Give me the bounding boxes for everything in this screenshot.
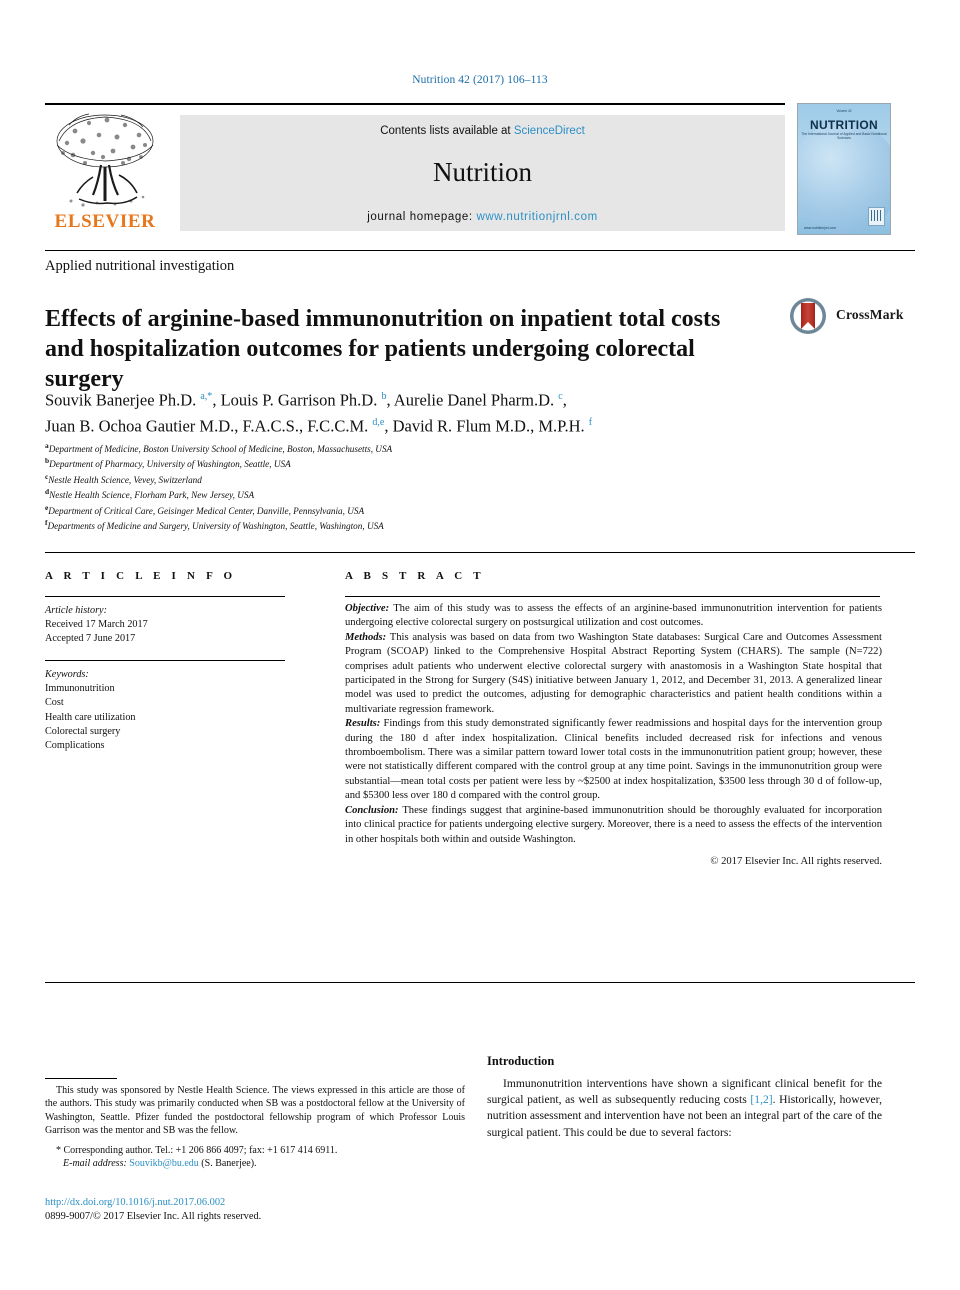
elsevier-tree-icon	[56, 113, 154, 207]
affiliation-text: Department of Medicine, Boston Universit…	[48, 444, 393, 455]
affiliation-list: aDepartment of Medicine, Boston Universi…	[45, 440, 745, 533]
abstract-body: Objective: The aim of this study was to …	[345, 602, 882, 869]
affiliation-text: Department of Pharmacy, University of Wa…	[49, 459, 291, 470]
homepage-link[interactable]: www.nutritionjrnl.com	[477, 211, 598, 223]
abstract-conclusion: Conclusion: These findings suggest that …	[345, 804, 882, 847]
article-history-label: Article history:	[45, 605, 107, 616]
objective-label: Objective:	[345, 603, 390, 614]
results-label: Results:	[345, 718, 381, 730]
doi-block: http://dx.doi.org/10.1016/j.nut.2017.06.…	[45, 1196, 465, 1224]
article-section-kind: Applied nutritional investigation	[45, 258, 235, 274]
abstract-bottom-rule	[45, 982, 915, 983]
email-note: E-mail address: Souvikb@bu.edu (S. Baner…	[45, 1157, 465, 1170]
cover-title: NUTRITION	[809, 118, 879, 132]
email-link[interactable]: Souvikb@bu.edu	[129, 1158, 199, 1169]
author-line-2: Juan B. Ochoa Gautier M.D., F.A.C.S., F.…	[45, 416, 593, 435]
affiliation-a: aDepartment of Medicine, Boston Universi…	[45, 440, 745, 455]
section-top-rule	[45, 250, 915, 251]
abstract-methods: Methods: This analysis was based on data…	[345, 631, 882, 717]
affiliation-c: cNestle Health Science, Vevey, Switzerla…	[45, 471, 745, 486]
author-list: Souvik Banerjee Ph.D. a,*, Louis P. Garr…	[45, 386, 785, 437]
elsevier-wordmark: ELSEVIER	[54, 211, 156, 232]
email-suffix: (S. Banerjee).	[198, 1158, 257, 1170]
accepted-date: Accepted 7 June 2017	[45, 633, 136, 644]
footnote-block: This study was sponsored by Nestle Healt…	[45, 1084, 465, 1170]
homepage-line: journal homepage: www.nutritionjrnl.com	[180, 211, 785, 223]
contents-prefix: Contents lists available at	[380, 125, 514, 137]
keywords-rule	[45, 660, 285, 661]
affiliation-e: eDepartment of Critical Care, Geisinger …	[45, 502, 745, 517]
introduction-body: Immunonutrition interventions have shown…	[487, 1076, 882, 1141]
email-label: E-mail address:	[63, 1158, 127, 1170]
abstract-copyright: © 2017 Elsevier Inc. All rights reserved…	[710, 855, 882, 867]
keyword-list: Keywords: Immunonutrition Cost Health ca…	[45, 668, 290, 753]
masthead-top-rule	[45, 103, 785, 105]
cover-volume: Volume 42	[836, 109, 852, 113]
sciencedirect-link[interactable]: ScienceDirect	[514, 125, 585, 137]
results-text: Findings from this study demonstrated si…	[345, 718, 882, 802]
abstract-rule	[345, 596, 880, 597]
doi-link[interactable]: http://dx.doi.org/10.1016/j.nut.2017.06.…	[45, 1196, 465, 1210]
elsevier-logo: ELSEVIER	[45, 111, 165, 233]
received-date: Received 17 March 2017	[45, 619, 148, 630]
article-history: Article history: Received 17 March 2017 …	[45, 604, 290, 646]
methods-label: Methods:	[345, 631, 387, 643]
affiliation-text: Nestle Health Science, Florham Park, New…	[49, 490, 255, 501]
affiliation-text: Nestle Health Science, Vevey, Switzerlan…	[48, 475, 202, 485]
introduction-paragraph: Immunonutrition interventions have shown…	[487, 1076, 882, 1141]
affiliation-text: Departments of Medicine and Surgery, Uni…	[47, 521, 384, 532]
abstract-heading: A B S T R A C T	[345, 570, 485, 582]
article-info-heading: A R T I C L E I N F O	[45, 570, 237, 582]
affiliation-b: bDepartment of Pharmacy, University of W…	[45, 455, 745, 470]
journal-masthead: ELSEVIER Contents lists available at Sci…	[45, 103, 915, 238]
affiliation-f: fDepartments of Medicine and Surgery, Un…	[45, 517, 745, 532]
objective-text: The aim of this study was to assess the …	[345, 603, 882, 629]
info-top-rule	[45, 552, 915, 553]
author-line-1: Souvik Banerjee Ph.D. a,*, Louis P. Garr…	[45, 390, 567, 410]
funding-note: This study was sponsored by Nestle Healt…	[45, 1085, 465, 1137]
running-head: Nutrition 42 (2017) 106–113	[412, 74, 548, 86]
homepage-prefix: journal homepage:	[367, 211, 477, 223]
keyword-item: Immunonutrition	[45, 683, 115, 695]
cover-subtitle: The International Journal of Applied and…	[801, 132, 887, 140]
affiliation-text: Department of Critical Care, Geisinger M…	[48, 505, 365, 516]
citation-link[interactable]: [1,2]	[750, 1093, 772, 1106]
corresponding-author-note: * Corresponding author. Tel.: +1 206 866…	[56, 1144, 338, 1156]
conclusion-label: Conclusion:	[345, 804, 399, 816]
journal-title: Nutrition	[433, 157, 532, 187]
crossmark-badge[interactable]: CrossMark	[788, 295, 906, 337]
keyword-item: Health care utilization	[45, 711, 136, 723]
page-title: Effects of arginine-based immunonutritio…	[45, 306, 721, 393]
crossmark-icon	[790, 298, 826, 334]
crossmark-label: CrossMark	[836, 307, 904, 322]
affiliation-d: dNestle Health Science, Florham Park, Ne…	[45, 486, 745, 501]
issn-copyright: 0899-9007/© 2017 Elsevier Inc. All right…	[45, 1211, 262, 1222]
conclusion-text: These findings suggest that arginine-bas…	[345, 804, 882, 845]
keyword-item: Cost	[45, 697, 64, 709]
journal-banner: Contents lists available at ScienceDirec…	[180, 115, 785, 231]
abstract-objective: Objective: The aim of this study was to …	[345, 602, 882, 631]
introduction-heading: Introduction	[487, 1054, 555, 1069]
keyword-item: Complications	[45, 740, 105, 752]
article-page: Nutrition 42 (2017) 106–113 ELSEVIER Con…	[0, 0, 960, 1290]
keyword-item: Colorectal surgery	[45, 725, 121, 737]
cover-footer: www.nutritionjrnl.com	[804, 226, 837, 230]
cover-barcode-icon	[868, 207, 885, 226]
journal-cover-thumbnail[interactable]: Volume 42 NUTRITION The International Jo…	[797, 103, 891, 235]
abstract-results: Results: Findings from this study demons…	[345, 717, 882, 803]
contents-line: Contents lists available at ScienceDirec…	[180, 125, 785, 137]
footnote-rule	[45, 1078, 117, 1079]
keywords-label: Keywords:	[45, 669, 89, 680]
methods-text: This analysis was based on data from two…	[345, 631, 882, 715]
article-info-rule	[45, 596, 285, 597]
